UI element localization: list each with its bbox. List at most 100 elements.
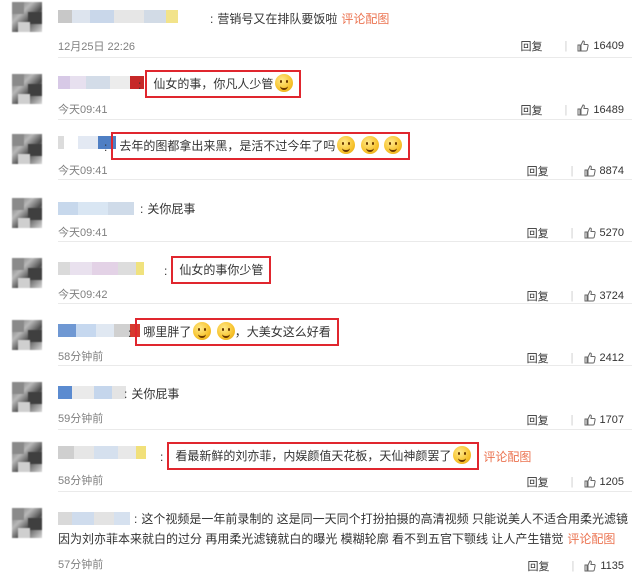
comment-actions: 回复 | 16409: [520, 38, 624, 54]
comment-time: 今天09:41: [58, 104, 108, 116]
thumbs-up-icon[interactable]: [577, 104, 590, 116]
comment-actions: 回复 | 16489: [520, 102, 624, 118]
divider: [58, 365, 632, 366]
thumbs-up-icon[interactable]: [584, 227, 596, 239]
reply-button[interactable]: 回复: [521, 102, 543, 118]
divider: [58, 303, 632, 304]
comment-time: 58分钟前: [58, 475, 104, 487]
comment-image-link[interactable]: 评论配图: [567, 532, 615, 546]
avatar[interactable]: [12, 508, 42, 538]
comment-time: 58分钟前: [58, 351, 104, 363]
comment-actions: 回复 | 1205: [526, 474, 624, 490]
comment-body: : 关你屁事: [140, 202, 196, 216]
comment-body: : 营销号又在排队要饭啦 评论配图: [210, 12, 390, 26]
comment-time: 今天09:41: [58, 227, 108, 239]
comment-item: : 营销号又在排队要饭啦 评论配图 12月25日 22:26 回复 | 16409: [0, 0, 644, 58]
divider: [58, 241, 632, 242]
comment-actions: 回复 | 8874: [526, 163, 624, 179]
comment-body: : 仙女的事你少管: [164, 256, 272, 284]
comment-actions: 回复 | 5270: [526, 225, 624, 241]
comment-image-link[interactable]: 评论配图: [341, 12, 389, 26]
thumbs-up-icon[interactable]: [577, 40, 590, 52]
smiley-emoji-icon: [275, 74, 294, 92]
comment-time: 57分钟前: [58, 559, 104, 571]
comment-body: : 关你屁事: [124, 387, 180, 401]
avatar[interactable]: [12, 382, 42, 412]
like-count: 16409: [593, 40, 624, 52]
comment-item: : 这个视频是一年前录制的 这是同一天同个打扮拍摄的高清视频 只能说美人不适合用柔…: [0, 500, 644, 580]
reply-button[interactable]: 回复: [527, 163, 549, 179]
smiley-emoji-icon: [193, 322, 212, 340]
highlight-box: 看最新鲜的刘亦菲，内娱颜值天花板，天仙神颜罢了: [167, 442, 480, 470]
username-mosaic[interactable]: [58, 76, 144, 89]
avatar[interactable]: [12, 134, 42, 164]
comment-text: 这个视频是一年前录制的 这是同一天同个打扮拍摄的高清视频 只能说美人不适合用柔光…: [58, 512, 629, 546]
thumbs-up-icon[interactable]: [584, 165, 596, 177]
avatar[interactable]: [12, 258, 42, 288]
avatar[interactable]: [12, 74, 42, 104]
comment-text-after: ，大美女这么好看: [234, 325, 331, 339]
comment-actions: 回复 | 2412: [526, 350, 624, 366]
smiley-emoji-icon: [337, 136, 356, 154]
reply-button[interactable]: 回复: [527, 558, 549, 574]
thumbs-up-icon[interactable]: [584, 290, 596, 302]
avatar[interactable]: [12, 2, 42, 32]
like-count: 16489: [593, 104, 624, 116]
smiley-emoji-icon: [453, 446, 472, 464]
comment-text: 仙女的事，你凡人少管: [153, 77, 274, 91]
divider: [58, 429, 632, 430]
avatar[interactable]: [12, 320, 42, 350]
avatar[interactable]: [12, 442, 42, 472]
comment-item: : 关你屁事 59分钟前 回复 | 1707: [0, 372, 644, 430]
username-mosaic[interactable]: [58, 202, 134, 215]
thumbs-up-icon[interactable]: [584, 560, 596, 572]
username-mosaic[interactable]: [58, 386, 126, 399]
like-count: 3724: [599, 290, 624, 302]
comment-item: : 仙女的事你少管 今天09:42 回复 | 3724: [0, 246, 644, 304]
comment-text: 看最新鲜的刘亦菲，内娱颜值天花板，天仙神颜罢了: [175, 449, 452, 463]
like-count: 5270: [599, 227, 624, 239]
thumbs-up-icon[interactable]: [584, 352, 596, 364]
like-count: 1707: [599, 414, 624, 426]
like-count: 2412: [599, 352, 624, 364]
comment-item: : 关你屁事 今天09:41 回复 | 5270: [0, 184, 644, 242]
thumbs-up-icon[interactable]: [584, 414, 596, 426]
reply-button[interactable]: 回复: [527, 288, 549, 304]
reply-button[interactable]: 回复: [527, 412, 549, 428]
reply-button[interactable]: 回复: [527, 225, 549, 241]
username-mosaic[interactable]: [58, 10, 178, 23]
comment-body: : 仙女的事，你凡人少管: [138, 70, 302, 98]
comment-body: : 哪里胖了 ，大美女这么好看: [128, 318, 339, 346]
comment-body: : 去年的图都拿出来黑，是活不过今年了吗: [104, 132, 411, 160]
like-count: 1205: [599, 476, 624, 488]
smiley-emoji-icon: [384, 136, 403, 154]
comment-time: 12月25日 22:26: [58, 41, 136, 53]
comment-text: 营销号又在排队要饭啦: [217, 12, 338, 26]
like-count: 8874: [599, 165, 624, 177]
comment-body: : 这个视频是一年前录制的 这是同一天同个打扮拍摄的高清视频 只能说美人不适合用柔…: [58, 512, 629, 546]
divider: [58, 119, 632, 120]
comment-item: : 看最新鲜的刘亦菲，内娱颜值天花板，天仙神颜罢了 评论配图 58分钟前 回复 | …: [0, 434, 644, 492]
username-mosaic[interactable]: [58, 262, 144, 275]
comment-time: 今天09:41: [58, 165, 108, 177]
comment-actions: 回复 | 1707: [526, 412, 624, 428]
comment-item: : 仙女的事，你凡人少管 今天09:41 回复 | 16489: [0, 62, 644, 120]
highlight-box: 仙女的事，你凡人少管: [145, 70, 302, 98]
reply-button[interactable]: 回复: [527, 350, 549, 366]
divider: [58, 179, 632, 180]
highlight-box: 去年的图都拿出来黑，是活不过今年了吗: [111, 132, 411, 160]
reply-button[interactable]: 回复: [527, 474, 549, 490]
reply-button[interactable]: 回复: [521, 38, 543, 54]
comment-item: : 去年的图都拿出来黑，是活不过今年了吗 今天09:41 回复 | 8874: [0, 122, 644, 180]
comment-item: : 哪里胖了 ，大美女这么好看 58分钟前 回复 | 2412: [0, 308, 644, 366]
comment-body: : 看最新鲜的刘亦菲，内娱颜值天花板，天仙神颜罢了 评论配图: [160, 442, 531, 470]
avatar[interactable]: [12, 198, 42, 228]
divider: [58, 57, 632, 58]
comment-text: 关你屁事: [147, 202, 196, 216]
highlight-box: 哪里胖了 ，大美女这么好看: [135, 318, 339, 346]
thumbs-up-icon[interactable]: [584, 476, 596, 488]
comment-image-link[interactable]: 评论配图: [483, 450, 531, 464]
comment-time: 59分钟前: [58, 413, 104, 425]
smiley-emoji-icon: [216, 322, 235, 340]
username-mosaic[interactable]: [58, 446, 146, 459]
